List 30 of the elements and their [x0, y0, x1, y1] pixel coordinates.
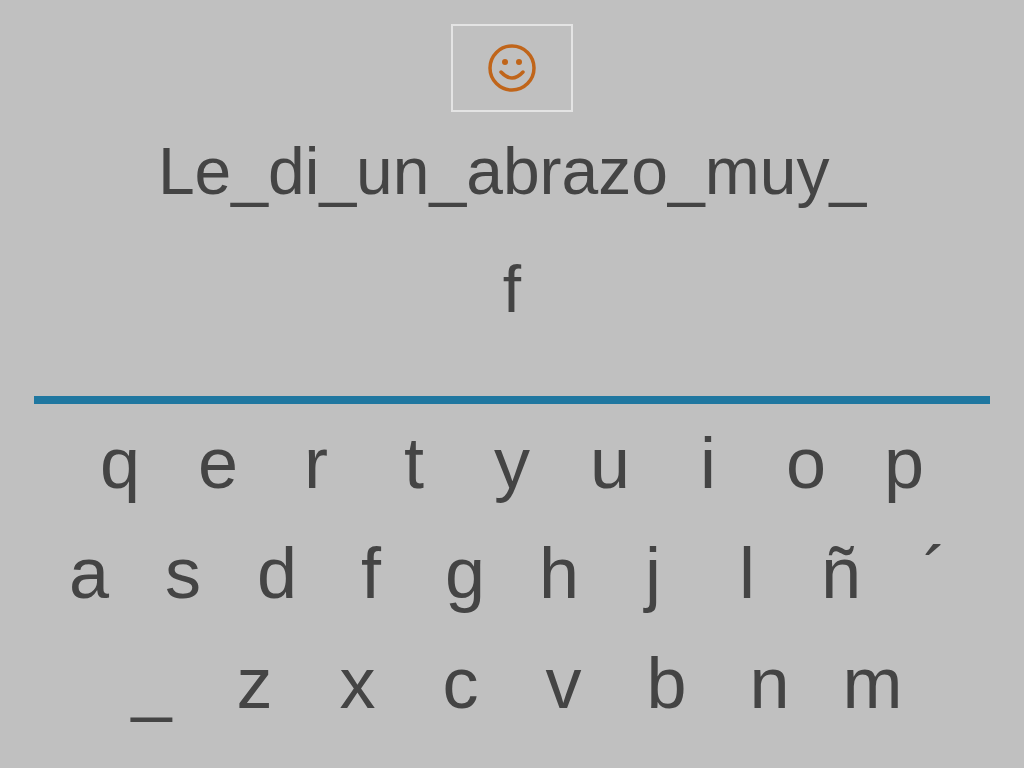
letter-key[interactable]: d	[230, 531, 324, 615]
letter-key[interactable]: _	[100, 641, 203, 725]
letter-key[interactable]: b	[615, 641, 718, 725]
letter-key[interactable]: y	[463, 421, 561, 505]
letter-key[interactable]: n	[718, 641, 821, 725]
letter-key[interactable]: u	[561, 421, 659, 505]
letter-key[interactable]: s	[136, 531, 230, 615]
letter-key[interactable]: g	[418, 531, 512, 615]
letter-key[interactable]: f	[324, 531, 418, 615]
letter-key[interactable]: h	[512, 531, 606, 615]
letter-key[interactable]: z	[203, 641, 306, 725]
letter-key[interactable]: v	[512, 641, 615, 725]
letter-key[interactable]: l	[700, 531, 794, 615]
prompt-sentence: Le_di_un_abrazo_muy_	[157, 134, 867, 208]
letter-key[interactable]: o	[757, 421, 855, 505]
letter-key[interactable]: j	[606, 531, 700, 615]
letter-key[interactable]: r	[267, 421, 365, 505]
letter-key[interactable]: t	[365, 421, 463, 505]
letter-key[interactable]: a	[42, 531, 136, 615]
letter-key[interactable]: ñ	[794, 531, 888, 615]
letter-key[interactable]: ´	[888, 531, 982, 615]
letter-key[interactable]: x	[306, 641, 409, 725]
letter-key[interactable]: p	[855, 421, 953, 505]
letter-key[interactable]: c	[409, 641, 512, 725]
letter-key[interactable]: i	[659, 421, 757, 505]
letter-key[interactable]: q	[71, 421, 169, 505]
letter-key[interactable]: m	[821, 641, 924, 725]
answer-text: f	[502, 252, 522, 326]
smiley-icon	[487, 43, 537, 93]
letter-key[interactable]: e	[169, 421, 267, 505]
